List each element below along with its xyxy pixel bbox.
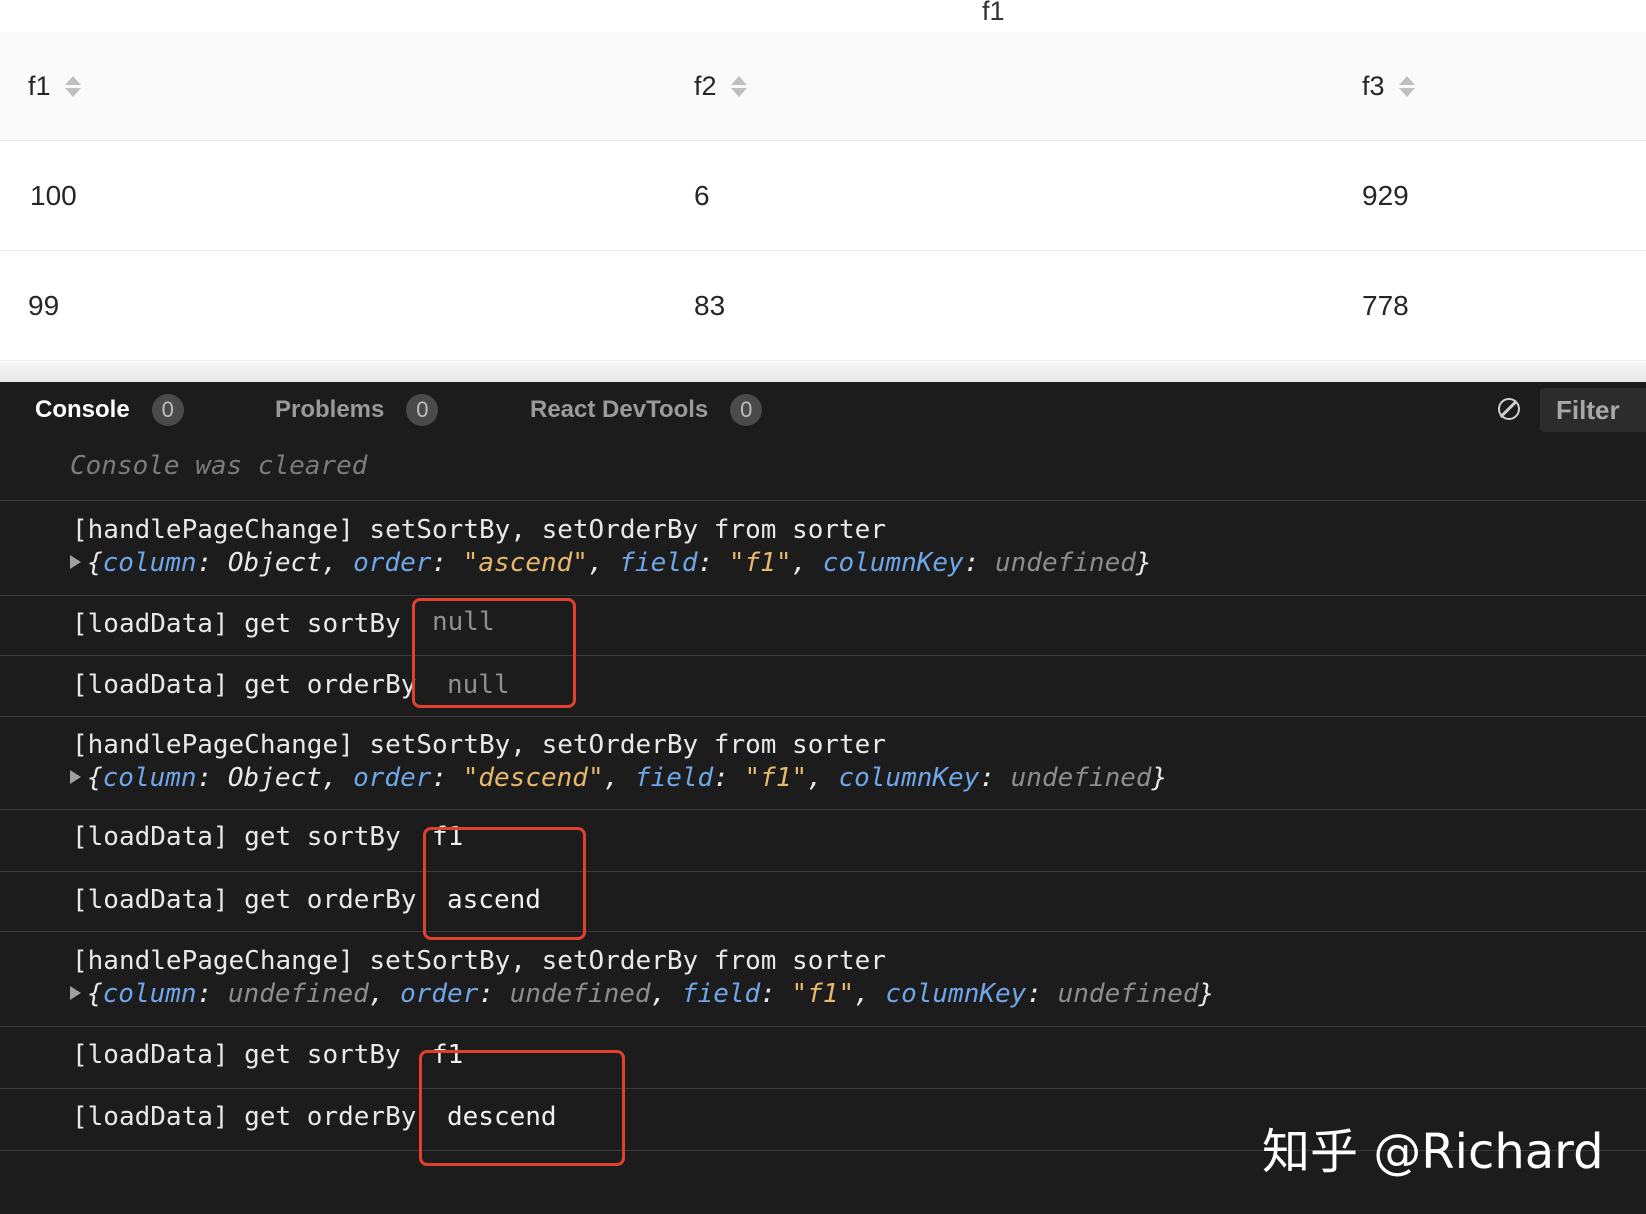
column-header-f3[interactable]: f3 bbox=[1362, 32, 1415, 140]
console-entry: [loadData] get sortBy f1 bbox=[0, 1027, 1646, 1089]
watermark: 知乎 @Richard bbox=[1262, 1124, 1604, 1180]
table-cell: 929 bbox=[1362, 179, 1409, 211]
console-entry: [loadData] get sortBy null bbox=[0, 596, 1646, 656]
log-message: [loadData] get orderBy bbox=[72, 1102, 417, 1132]
filter-placeholder: Filter bbox=[1556, 394, 1620, 425]
object-key: columnKey bbox=[822, 548, 964, 578]
console-entry: [loadData] get orderBy null bbox=[0, 656, 1646, 717]
log-message: [loadData] get orderBy bbox=[72, 885, 417, 915]
sort-caret-icon[interactable] bbox=[64, 75, 81, 97]
console-entry: [handlePageChange] setSortBy, setOrderBy… bbox=[0, 932, 1646, 1027]
object-key: column bbox=[102, 548, 197, 578]
log-message: [loadData] get sortBy bbox=[72, 822, 401, 852]
highlight-box bbox=[423, 827, 586, 940]
data-table: f1 f1 f2 f3 100 6 929 99 83 778 bbox=[0, 0, 1646, 382]
object-key: order bbox=[353, 548, 432, 578]
table-cell: 100 bbox=[30, 179, 77, 211]
object-value: "f1" bbox=[744, 763, 808, 793]
console-entry: [handlePageChange] setSortBy, setOrderBy… bbox=[0, 501, 1646, 596]
object-key: field bbox=[634, 763, 714, 793]
object-value: undefined bbox=[509, 979, 651, 1009]
object-value: Object bbox=[227, 548, 322, 578]
tab-console[interactable]: Console 0 bbox=[35, 382, 184, 438]
clear-console-icon[interactable] bbox=[1498, 398, 1520, 420]
tab-count-badge: 0 bbox=[151, 394, 184, 426]
tab-count-badge: 0 bbox=[730, 394, 763, 426]
tab-count-badge: 0 bbox=[406, 394, 439, 426]
tab-problems[interactable]: Problems 0 bbox=[275, 382, 439, 438]
column-header-f2[interactable]: f2 bbox=[694, 32, 747, 140]
table-cell: 778 bbox=[1362, 289, 1409, 321]
object-value: "f1" bbox=[728, 548, 792, 578]
object-key: order bbox=[353, 763, 432, 793]
table-cell: 99 bbox=[28, 289, 60, 321]
expand-triangle-icon[interactable] bbox=[70, 554, 81, 569]
object-value: undefined bbox=[1010, 763, 1152, 793]
log-message: [loadData] get sortBy bbox=[72, 1040, 401, 1070]
object-value: "descend" bbox=[462, 763, 604, 793]
top-column-label: f1 bbox=[982, 0, 1005, 26]
console-entry: [loadData] get orderBy ascend bbox=[0, 872, 1646, 932]
devtools-toolbar: Console 0 Problems 0 React DevTools 0 Fi… bbox=[0, 382, 1646, 438]
table-cell: 83 bbox=[694, 289, 726, 321]
object-key: columnKey bbox=[885, 979, 1027, 1009]
column-header-label: f1 bbox=[28, 70, 51, 101]
object-key: column bbox=[102, 763, 197, 793]
expand-triangle-icon[interactable] bbox=[70, 769, 81, 784]
log-message: [handlePageChange] setSortBy, setOrderBy… bbox=[72, 515, 886, 545]
tab-react-devtools[interactable]: React DevTools 0 bbox=[530, 382, 763, 438]
log-message: [handlePageChange] setSortBy, setOrderBy… bbox=[72, 946, 886, 976]
log-message: [loadData] get sortBy bbox=[72, 609, 401, 639]
expand-triangle-icon[interactable] bbox=[70, 985, 81, 1000]
tab-label: React DevTools bbox=[530, 396, 709, 423]
object-key: columnKey bbox=[838, 763, 980, 793]
devtools-panel: Console 0 Problems 0 React DevTools 0 Fi… bbox=[0, 382, 1646, 1214]
sort-caret-icon[interactable] bbox=[1398, 75, 1415, 97]
log-message: [loadData] get orderBy bbox=[72, 670, 417, 700]
column-header-f1[interactable]: f1 bbox=[28, 32, 81, 140]
object-value: "ascend" bbox=[462, 548, 588, 578]
console-entry: Console was cleared bbox=[0, 438, 1646, 501]
object-key: order bbox=[400, 979, 479, 1009]
object-value: undefined bbox=[995, 548, 1136, 578]
log-object[interactable]: {column: Object, order: "ascend", field:… bbox=[70, 548, 1152, 578]
table-cell: 6 bbox=[694, 179, 710, 211]
console-entry: [handlePageChange] setSortBy, setOrderBy… bbox=[0, 717, 1646, 810]
object-value: undefined bbox=[1057, 979, 1199, 1009]
filter-input[interactable]: Filter bbox=[1540, 388, 1646, 432]
log-message: [handlePageChange] setSortBy, setOrderBy… bbox=[72, 730, 886, 760]
console-entry: [loadData] get sortBy f1 bbox=[0, 810, 1646, 872]
console-cleared-message: Console was cleared bbox=[70, 451, 368, 481]
object-value: undefined bbox=[227, 979, 369, 1009]
object-key: column bbox=[102, 979, 197, 1009]
table-row[interactable]: 100 6 929 bbox=[0, 141, 1646, 251]
table-header: f1 f2 f3 bbox=[0, 32, 1646, 141]
object-key: field bbox=[619, 548, 698, 578]
tab-label: Console bbox=[35, 396, 130, 423]
object-key: field bbox=[681, 979, 761, 1009]
log-object[interactable]: {column: undefined, order: undefined, fi… bbox=[70, 979, 1214, 1009]
log-object[interactable]: {column: Object, order: "descend", field… bbox=[70, 763, 1167, 793]
table-row[interactable]: 99 83 778 bbox=[0, 251, 1646, 361]
object-value: Object bbox=[227, 763, 322, 793]
panel-divider[interactable] bbox=[0, 362, 1646, 382]
sort-caret-icon[interactable] bbox=[730, 75, 747, 97]
tab-label: Problems bbox=[275, 396, 385, 423]
highlight-box bbox=[419, 1050, 625, 1166]
column-header-label: f3 bbox=[1362, 70, 1385, 101]
column-header-label: f2 bbox=[694, 70, 717, 101]
highlight-box bbox=[412, 598, 576, 708]
object-value: "f1" bbox=[791, 979, 855, 1009]
